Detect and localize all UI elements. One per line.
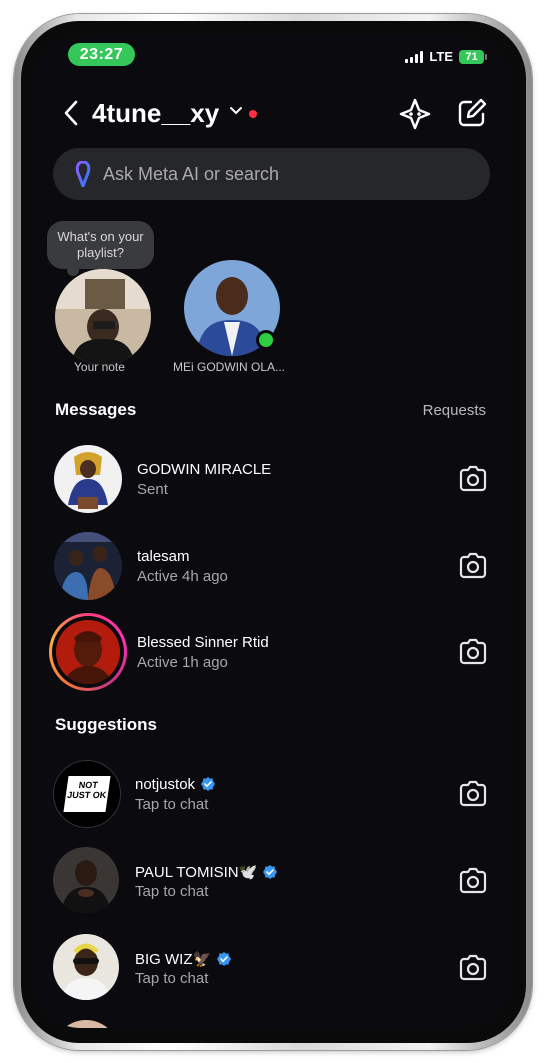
conversation-name: Blessed Sinner Rtid [137,634,269,651]
suggestion-row[interactable]: BIG WIZ🦅 Tap to chat [36,930,508,1006]
conversation-status: Active 4h ago [137,568,228,585]
suggestions-heading: Suggestions [55,715,158,734]
search-bar[interactable]: Ask Meta AI or search [53,148,490,200]
camera-icon[interactable] [458,954,488,982]
verified-badge-icon [217,952,232,966]
signal-icon [405,50,424,63]
message-row[interactable]: talesam Active 4h ago [36,528,508,604]
status-indicators: LTE 71 [405,49,487,64]
avatar: NOT JUST OK [53,760,121,828]
verified-badge-icon [201,777,216,791]
your-note-avatar[interactable] [55,269,151,365]
camera-icon[interactable] [458,780,488,808]
account-username[interactable]: 4tune__xy [92,94,219,132]
search-placeholder: Ask Meta AI or search [103,163,280,184]
logo-text: NOT JUST OK [66,780,108,800]
battery-icon: 71 [459,49,487,64]
notjustok-logo: NOT JUST OK [63,776,111,812]
conversation-name: GODWIN MIRACLE [137,461,272,478]
suggestion-name-text: BIG WIZ🦅 [135,951,212,968]
note-bubble[interactable]: What's on your playlist? [47,221,154,276]
screen: 23:27 LTE 71 4tune__xy Ask Meta AI or se… [36,36,508,1028]
network-label: LTE [429,49,453,64]
avatar [54,445,122,513]
status-time: 23:27 [68,43,135,66]
meta-ai-icon [75,161,91,187]
notification-dot [249,110,257,118]
back-arrow-icon[interactable] [60,96,82,130]
suggestion-status: Tap to chat [135,883,209,900]
avatar [53,847,119,913]
compose-icon[interactable] [456,97,488,129]
messages-heading: Messages [55,400,137,419]
suggestion-name: PAUL TOMISIN🕊️ [135,863,278,881]
conversation-status: Active 1h ago [137,654,228,671]
inbox-header: 4tune__xy [36,94,508,134]
suggestion-name-text: PAUL TOMISIN🕊️ [135,864,258,881]
suggestion-name: notjustok [135,776,216,793]
note-label-friend: MEi GODWIN OLA... [173,360,286,374]
avatar [55,269,151,365]
avatar [56,620,120,684]
suggestion-name: BIG WIZ🦅 [135,950,232,968]
conversation-status: Sent [137,481,168,498]
message-row[interactable]: Blessed Sinner Rtid Active 1h ago [36,613,508,691]
online-indicator [256,330,276,350]
conversation-name: talesam [137,548,190,565]
chevron-down-icon[interactable] [229,106,243,116]
suggestion-row[interactable]: NOT JUST OK notjustok Tap to chat [36,756,508,832]
message-row[interactable]: GODWIN MIRACLE Sent [36,441,508,517]
ai-sparkle-icon[interactable] [398,97,432,131]
requests-link[interactable]: Requests [423,402,486,419]
camera-icon[interactable] [458,867,488,895]
camera-icon[interactable] [458,638,488,666]
camera-icon[interactable] [458,465,488,493]
note-bubble-text: What's on your playlist? [57,229,144,260]
suggestion-status: Tap to chat [135,970,209,987]
avatar [54,532,122,600]
suggestion-name-text: notjustok [135,776,196,793]
avatar [53,934,119,1000]
note-label-self: Your note [74,360,125,374]
suggestion-status: Tap to chat [135,796,209,813]
suggestion-row[interactable]: PAUL TOMISIN🕊️ Tap to chat [36,843,508,919]
camera-icon[interactable] [458,552,488,580]
verified-badge-icon [263,865,278,879]
